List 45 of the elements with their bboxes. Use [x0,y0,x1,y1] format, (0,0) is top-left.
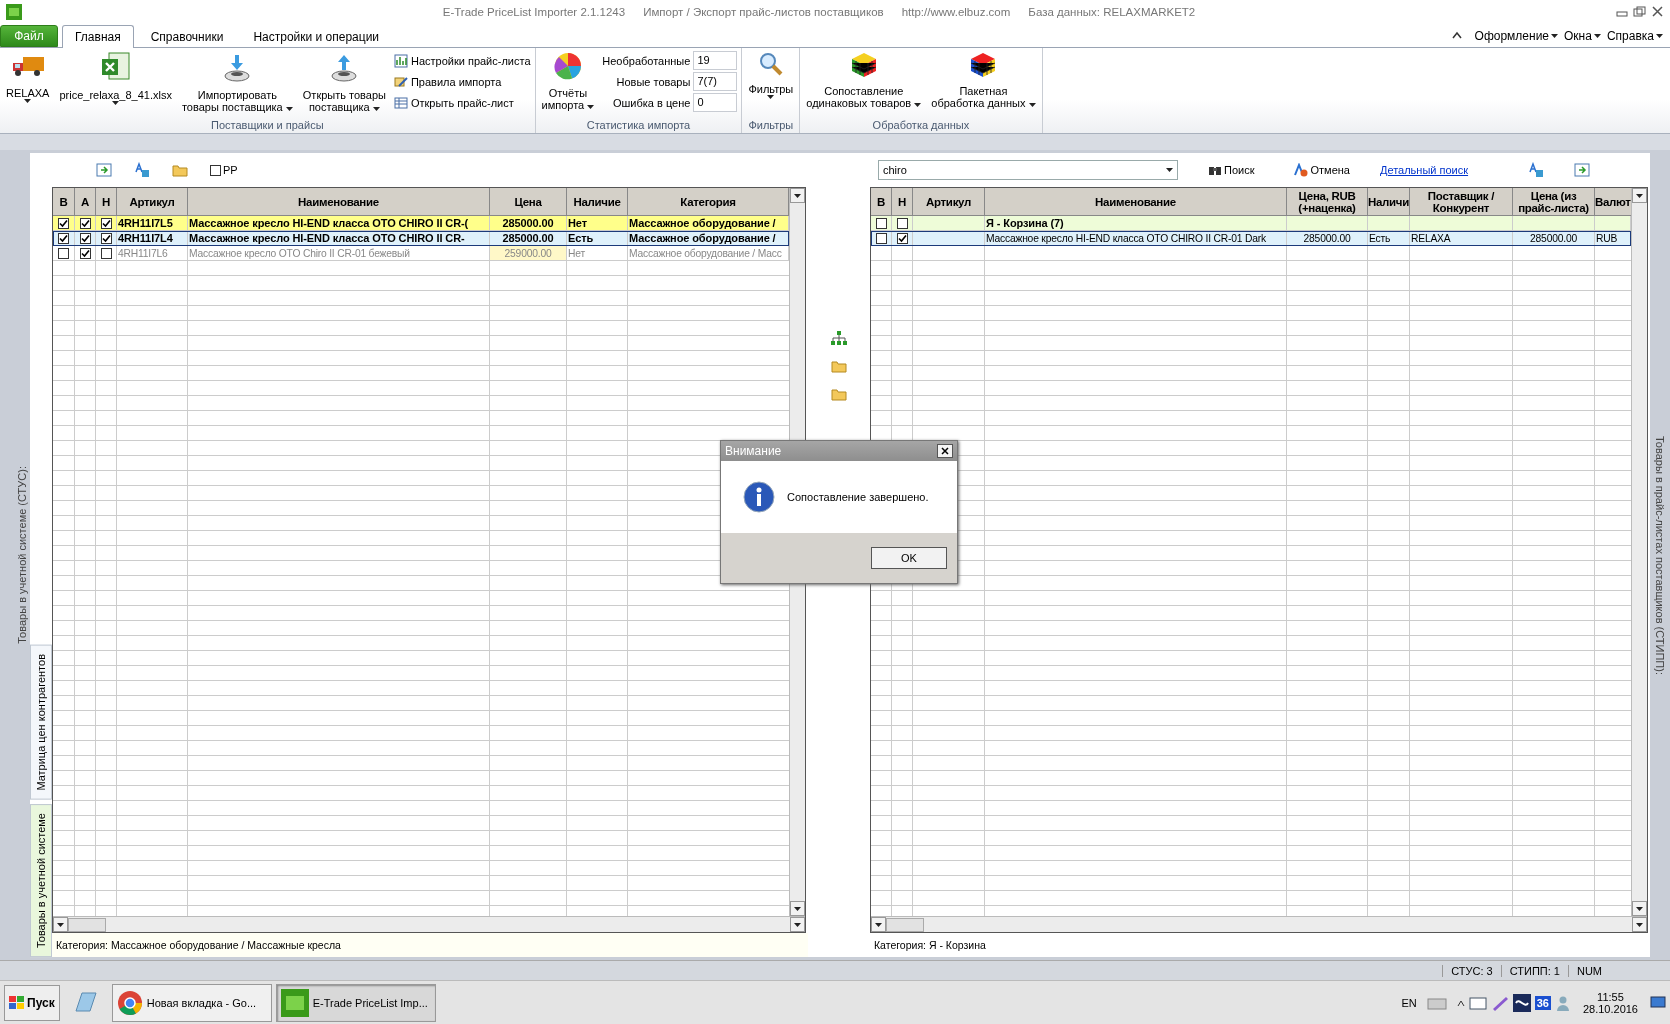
table-cell: Массажное кресло OTO Chiro II CR-01 бежевый [188,246,490,261]
stat-label: Ошибка в цене [611,96,691,109]
group-title: Статистика импорта [585,119,692,133]
table-cell: Я - Корзина (7) [985,216,1287,231]
stat-value: 19 [693,51,738,70]
table-cell: 259000.00 [490,246,567,261]
window-title: База данных: RELAXMARKET2 [1028,6,1196,18]
table-cell: Массажное оборудование / [628,231,789,246]
window-title: Импорт / Экспорт прайс-листов поставщиков [643,6,884,18]
table-cell: Есть [1368,231,1410,246]
stat-value: 0 [693,93,738,112]
table-cell: RUB [1595,231,1631,246]
dialog-title: Внимание [725,444,782,458]
checkbox-label: PP [223,164,238,176]
group-title: Поставщики и прайсы [210,119,325,133]
group-title: Фильтры [747,119,795,133]
status-text: СТИПП: 1 [1500,964,1568,977]
table-cell: 285000.00 [1513,231,1595,246]
table-cell: 285000.00 [490,216,567,231]
table-cell: 4RH11I7L5 [117,216,188,231]
dialog-message: Сопоставление завершено. [787,491,929,503]
window-title: http://www.elbuz.com [901,6,1011,18]
panel-caption: Товары в учетной системе (СТУС): [16,466,28,644]
window-title: E-Trade PriceList Importer 2.1.1243 [442,6,626,18]
status-text: NUM [1567,964,1610,977]
table-cell: RELAXA [1410,231,1513,246]
category-footer: Категория: Массажное оборудование / Массажные кресла [52,933,808,957]
table-cell: 4RH11I7L4 [117,231,188,246]
table-cell: 285000.00 [490,231,567,246]
group-title: Обработка данных [871,119,971,133]
stat-value: 7(7) [693,72,738,91]
stat-label: Необработанные [602,54,691,67]
table-cell: 4RH11I7L6 [117,246,188,261]
table-cell: 285000.00 [1287,231,1368,246]
table-cell: Массажное кресло HI-END класса OTO CHIRO II CR-( [188,216,490,231]
table-cell: Нет [567,246,628,261]
table-cell: Массажное кресло HI-END класса OTO CHIRO II CR-01 Dark [985,231,1287,246]
panel-caption: Товары в прайс-листах поставщиков (СТИПП): [1654,435,1666,675]
status-text: СТУС: 3 [1442,964,1501,977]
table-cell: Массажное оборудование / [628,216,789,231]
table-cell: Массажное оборудование / Масс [628,246,789,261]
stat-label: Новые товары [615,75,691,88]
table-cell: Нет [567,216,628,231]
table-cell: Есть [567,231,628,246]
table-cell: Массажное кресло HI-END класса OTO CHIRO II CR- [188,231,490,246]
